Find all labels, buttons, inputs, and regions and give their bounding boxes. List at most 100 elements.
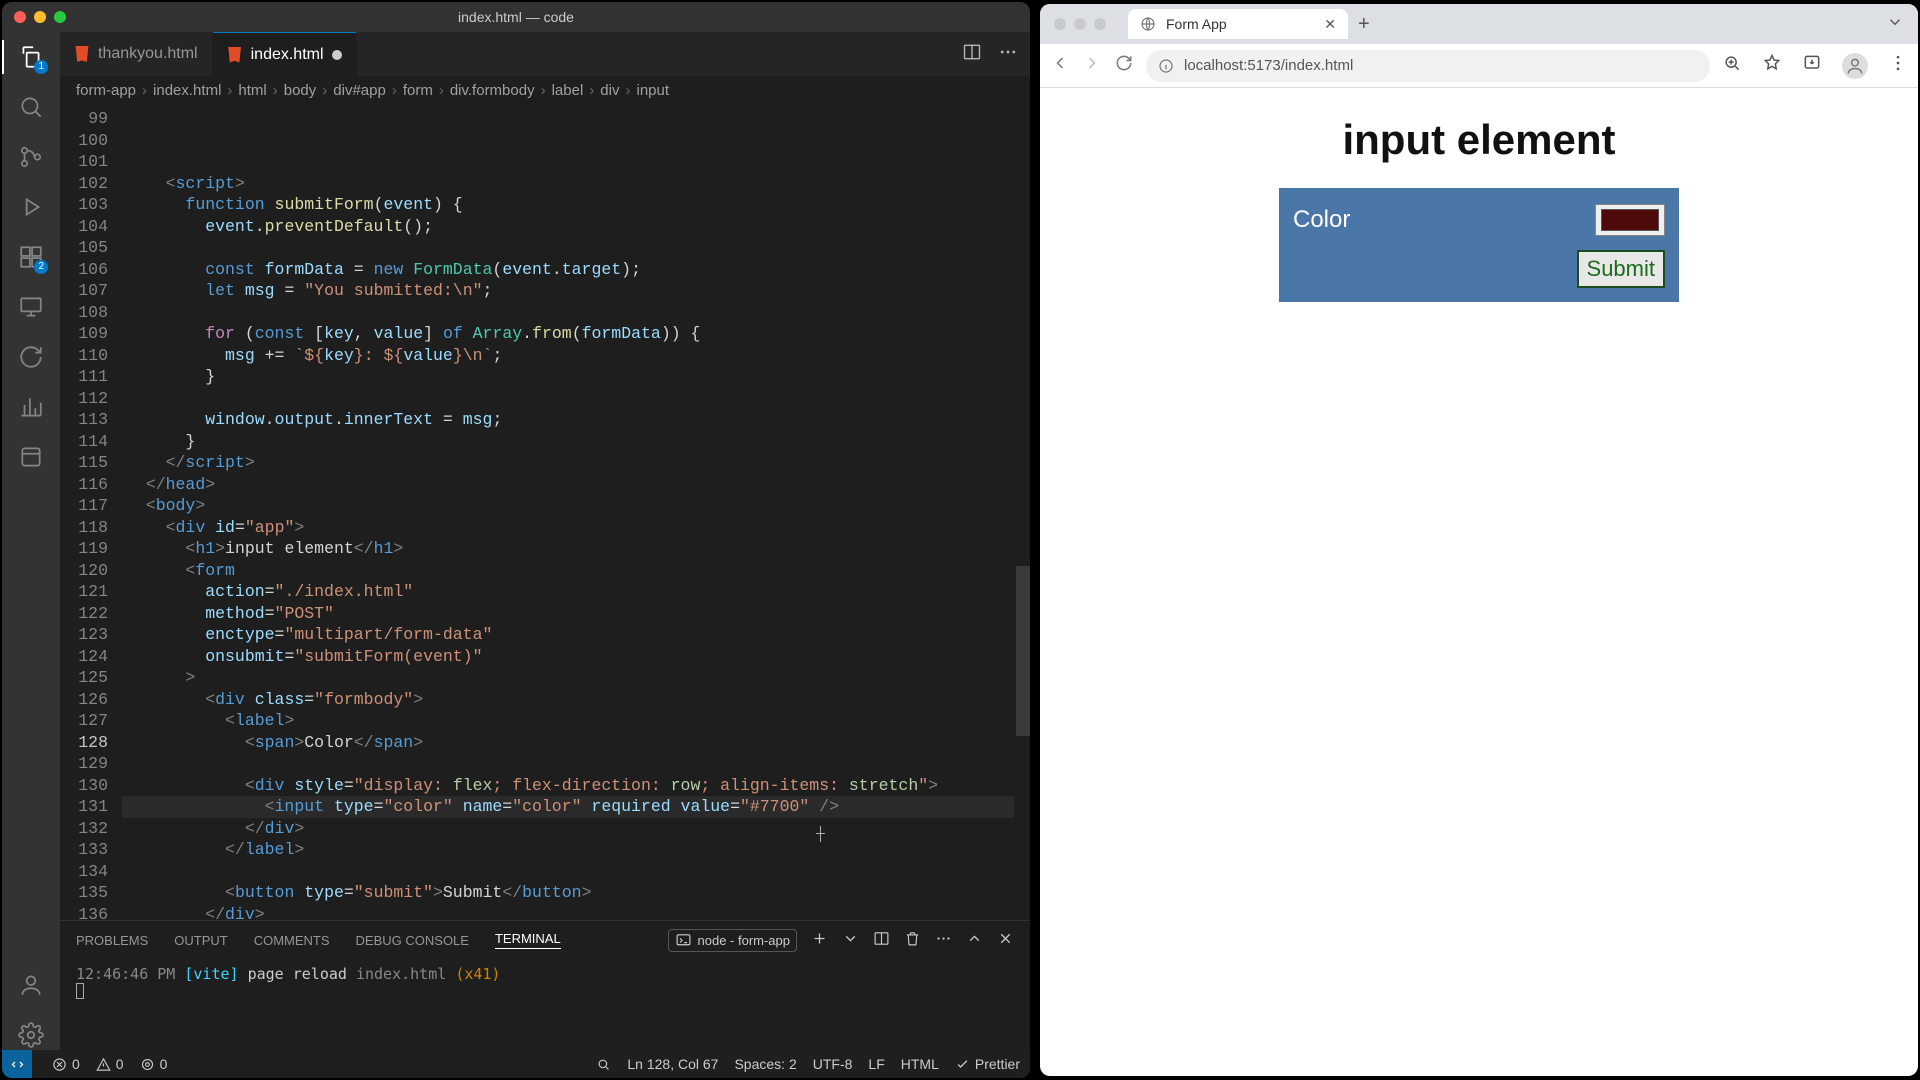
tab-thankyou[interactable]: thankyou.html (60, 32, 213, 76)
code-line[interactable]: </script> (122, 452, 1030, 474)
site-info-icon[interactable] (1158, 58, 1174, 74)
code-line[interactable]: <span>Color</span> (122, 732, 1030, 754)
breadcrumb-item[interactable]: div#app (333, 82, 386, 99)
code-line[interactable]: <label> (122, 710, 1030, 732)
code-line[interactable]: window.output.innerText = msg; (122, 409, 1030, 431)
code-line[interactable]: } (122, 366, 1030, 388)
split-terminal-icon[interactable] (873, 930, 890, 950)
code-line[interactable]: <script> (122, 173, 1030, 195)
new-tab-icon[interactable]: + (1358, 13, 1370, 36)
code-line[interactable]: <div style="display: flex; flex-directio… (122, 775, 1030, 797)
code-line[interactable]: <input type="color" name="color" require… (122, 796, 1030, 818)
minimap-scrollbar[interactable] (1014, 106, 1030, 920)
status-errors[interactable]: 0 (52, 1056, 80, 1072)
reload-icon[interactable] (1114, 53, 1134, 78)
code-line[interactable]: <button type="submit">Submit</button> (122, 882, 1030, 904)
code-area[interactable]: <script> function submitForm(event) { ev… (122, 106, 1030, 920)
more-actions-icon[interactable] (998, 42, 1018, 66)
profile-avatar-icon[interactable] (1842, 53, 1868, 79)
status-cursor[interactable]: Ln 128, Col 67 (627, 1056, 718, 1072)
minimize-window-icon[interactable] (1074, 18, 1086, 30)
close-panel-icon[interactable] (997, 930, 1014, 950)
breadcrumb[interactable]: form-app›index.html›html›body›div#app›fo… (60, 76, 1030, 106)
vscode-titlebar[interactable]: index.html — code (2, 2, 1030, 32)
browser-menu-icon[interactable] (1888, 53, 1908, 78)
search-icon[interactable] (16, 92, 46, 122)
status-eol[interactable]: LF (868, 1056, 884, 1072)
panel-tab-output[interactable]: OUTPUT (174, 933, 227, 948)
minimize-window-icon[interactable] (34, 11, 46, 23)
remote-explorer-icon[interactable] (16, 292, 46, 322)
code-line[interactable]: <div class="formbody"> (122, 689, 1030, 711)
code-line[interactable]: function submitForm(event) { (122, 194, 1030, 216)
panel-tab-comments[interactable]: COMMENTS (254, 933, 330, 948)
code-line[interactable]: <body> (122, 495, 1030, 517)
status-ports[interactable]: 0 (140, 1056, 168, 1072)
kill-terminal-icon[interactable] (904, 930, 921, 950)
code-line[interactable] (122, 237, 1030, 259)
run-debug-icon[interactable] (16, 192, 46, 222)
code-line[interactable]: </head> (122, 474, 1030, 496)
maximize-window-icon[interactable] (1094, 18, 1106, 30)
new-terminal-icon[interactable] (811, 930, 828, 950)
code-line[interactable]: msg += `${key}: ${value}\n`; (122, 345, 1030, 367)
extensions-icon[interactable]: 2 (16, 242, 46, 272)
code-line[interactable] (122, 861, 1030, 883)
breadcrumb-item[interactable]: form-app (76, 82, 136, 99)
close-window-icon[interactable] (1054, 18, 1066, 30)
close-tab-icon[interactable]: ✕ (1324, 16, 1336, 33)
panel-tab-terminal[interactable]: TERMINAL (495, 931, 561, 949)
breadcrumb-item[interactable]: label (552, 82, 584, 99)
code-line[interactable]: } (122, 431, 1030, 453)
code-line[interactable]: <div id="app"> (122, 517, 1030, 539)
breadcrumb-item[interactable]: form (403, 82, 433, 99)
breadcrumb-item[interactable]: index.html (153, 82, 221, 99)
terminal-selector[interactable]: node - form-app (668, 929, 798, 952)
breadcrumb-item[interactable]: div.formbody (450, 82, 535, 99)
panel-tab-debug-console[interactable]: DEBUG CONSOLE (356, 933, 469, 948)
color-input[interactable] (1595, 204, 1665, 236)
code-line[interactable] (122, 753, 1030, 775)
bookmark-star-icon[interactable] (1762, 53, 1782, 78)
source-control-icon[interactable] (16, 142, 46, 172)
browser-titlebar[interactable]: Form App ✕ + (1040, 4, 1918, 44)
breadcrumb-item[interactable]: div (600, 82, 619, 99)
code-line[interactable]: const formData = new FormData(event.targ… (122, 259, 1030, 281)
code-line[interactable]: </label> (122, 839, 1030, 861)
panel-tab-problems[interactable]: PROBLEMS (76, 933, 148, 948)
status-encoding[interactable]: UTF-8 (813, 1056, 853, 1072)
remote-indicator-icon[interactable] (2, 1050, 32, 1078)
code-line[interactable]: > (122, 667, 1030, 689)
back-icon[interactable] (1050, 53, 1070, 78)
close-window-icon[interactable] (14, 11, 26, 23)
code-editor[interactable]: 9910010110210310410510610710810911011111… (60, 106, 1030, 920)
status-search-icon[interactable] (596, 1057, 611, 1072)
settings-gear-icon[interactable] (16, 1020, 46, 1050)
breadcrumb-item[interactable]: body (284, 82, 317, 99)
breadcrumb-item[interactable]: input (636, 82, 669, 99)
code-line[interactable]: for (const [key, value] of Array.from(fo… (122, 323, 1030, 345)
breadcrumb-item[interactable]: html (238, 82, 266, 99)
project-icon[interactable] (16, 442, 46, 472)
tab-overflow-icon[interactable] (1886, 13, 1904, 36)
explorer-icon[interactable]: 1 (16, 42, 46, 72)
submit-button[interactable]: Submit (1577, 250, 1665, 288)
maximize-panel-icon[interactable] (966, 930, 983, 950)
panel-more-icon[interactable] (935, 930, 952, 950)
install-app-icon[interactable] (1802, 53, 1822, 78)
graph-icon[interactable] (16, 392, 46, 422)
code-line[interactable]: method="POST" (122, 603, 1030, 625)
code-line[interactable]: action="./index.html" (122, 581, 1030, 603)
code-line[interactable]: <h1>input element</h1> (122, 538, 1030, 560)
code-line[interactable]: </div> (122, 904, 1030, 921)
status-formatter[interactable]: Prettier (955, 1056, 1020, 1072)
split-editor-icon[interactable] (962, 42, 982, 66)
status-warnings[interactable]: 0 (96, 1056, 124, 1072)
code-line[interactable]: onsubmit="submitForm(event)" (122, 646, 1030, 668)
terminal-dropdown-icon[interactable] (842, 930, 859, 950)
code-line[interactable] (122, 388, 1030, 410)
code-line[interactable] (122, 302, 1030, 324)
tab-index[interactable]: index.html (213, 32, 357, 76)
status-language[interactable]: HTML (901, 1056, 939, 1072)
forward-icon[interactable] (1082, 53, 1102, 78)
